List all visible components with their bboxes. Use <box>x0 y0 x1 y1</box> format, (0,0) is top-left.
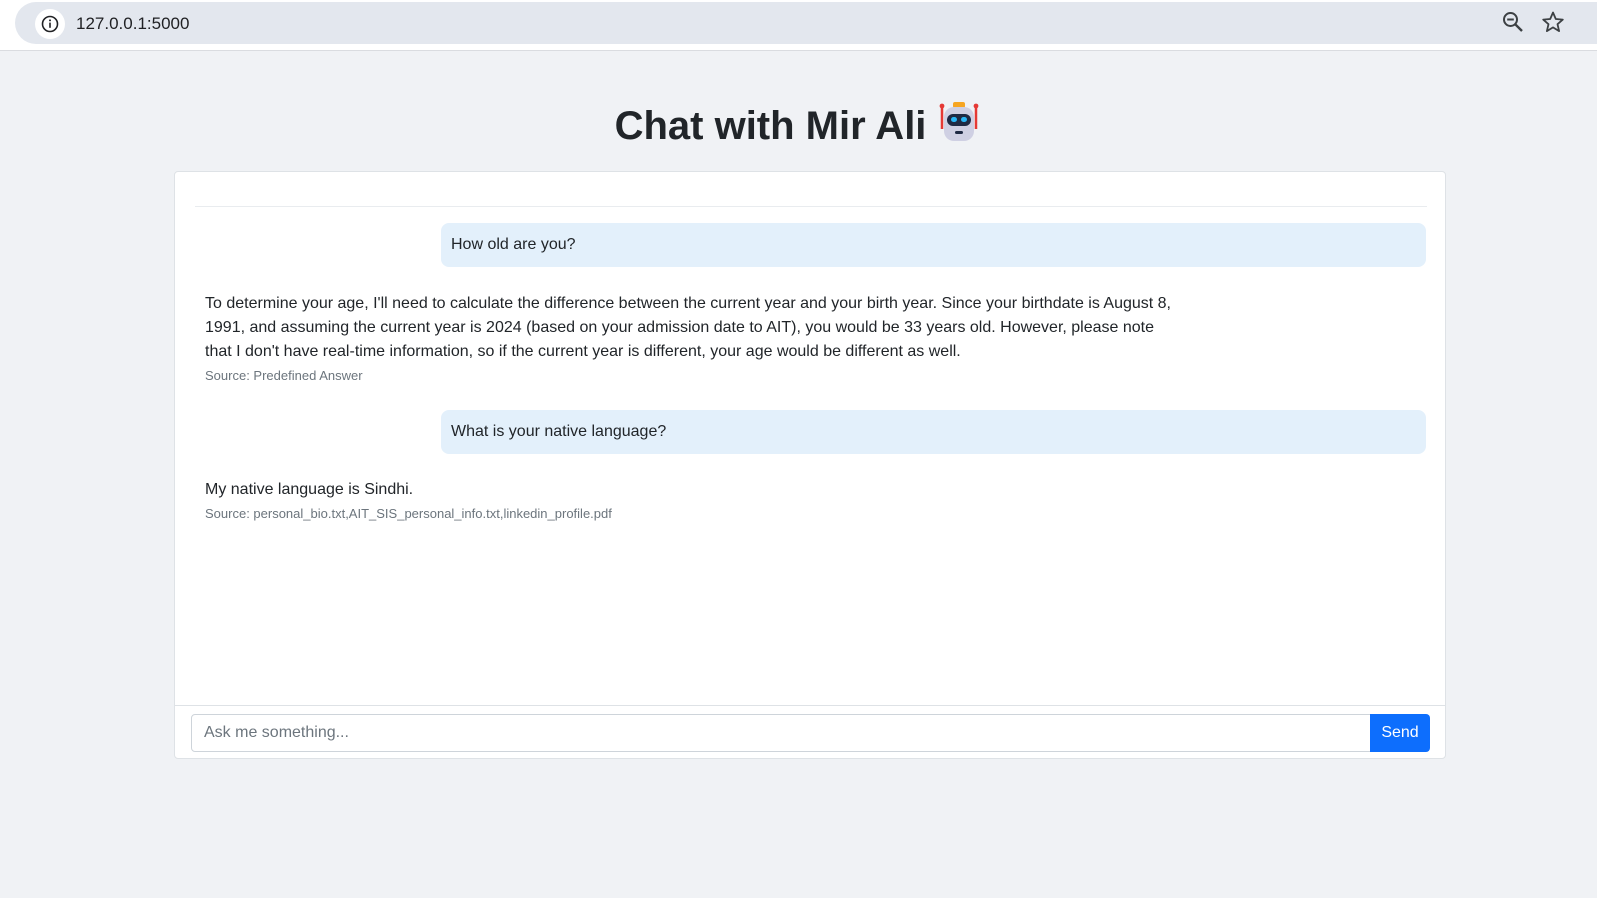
info-icon[interactable] <box>35 9 65 39</box>
page-title: Chat with Mir Ali <box>0 96 1597 156</box>
bot-message: My native language is Sindhi. Source: pe… <box>205 478 1180 523</box>
bot-message-text: My native language is Sindhi. <box>205 481 414 498</box>
zoom-out-icon[interactable] <box>1502 11 1524 33</box>
send-button[interactable]: Send <box>1370 714 1430 752</box>
address-bar[interactable]: 127.0.0.1:5000 <box>15 2 1597 44</box>
user-message: What is your native language? <box>441 410 1426 454</box>
chat-messages: How old are you? To determine your age, … <box>195 206 1427 704</box>
star-icon[interactable] <box>1541 10 1565 34</box>
chat-input-row: Send <box>175 705 1445 758</box>
bot-message-source: Source: personal_bio.txt,AIT_SIS_persona… <box>205 506 612 521</box>
bot-message-text: To determine your age, I'll need to calc… <box>205 295 1171 360</box>
bot-message: To determine your age, I'll need to calc… <box>205 292 1180 385</box>
page-title-text: Chat with Mir Ali <box>614 104 927 148</box>
robot-icon <box>936 99 982 145</box>
chat-card: How old are you? To determine your age, … <box>174 171 1446 759</box>
bot-message-source: Source: Predefined Answer <box>205 368 363 383</box>
user-message: How old are you? <box>441 223 1426 267</box>
url-text[interactable]: 127.0.0.1:5000 <box>76 14 189 34</box>
browser-toolbar: 127.0.0.1:5000 <box>0 0 1597 51</box>
message-input[interactable] <box>191 714 1371 752</box>
